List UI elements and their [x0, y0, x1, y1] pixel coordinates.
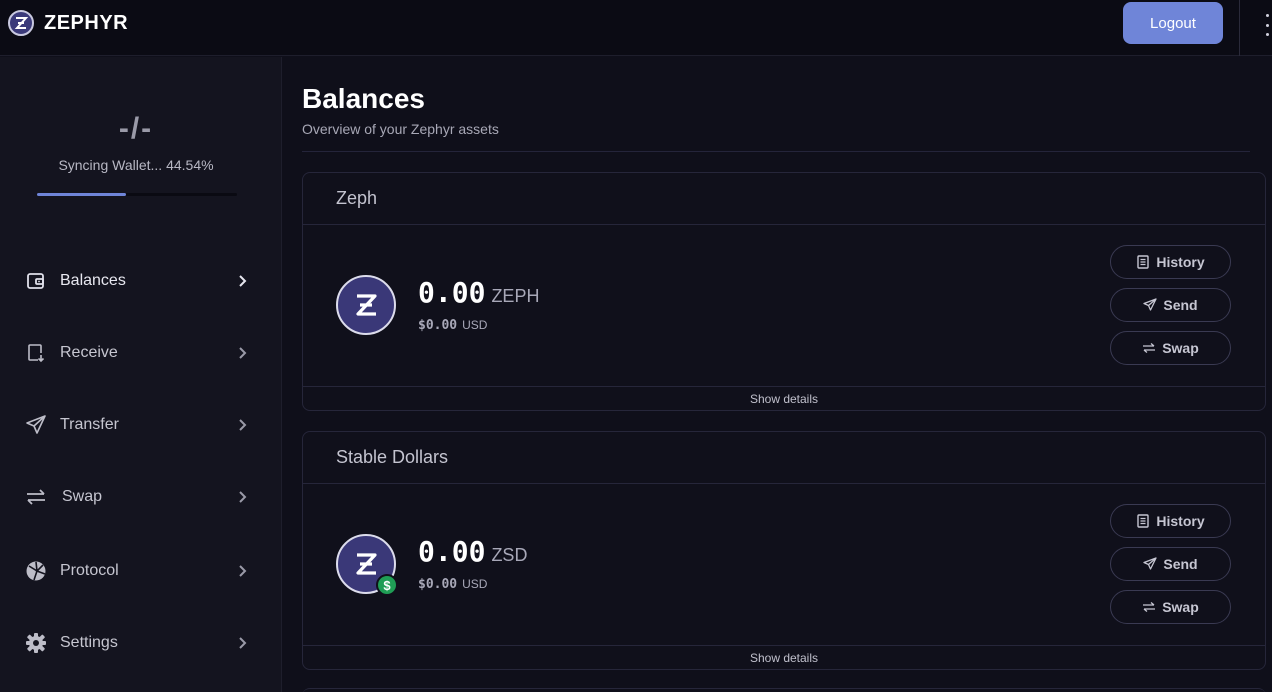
chevron-right-icon [236, 274, 250, 288]
button-label: History [1156, 254, 1205, 270]
card-footer-divider [303, 386, 1265, 387]
wallet-icon [24, 269, 48, 293]
send-button[interactable]: Send [1110, 547, 1231, 581]
logout-button[interactable]: Logout [1123, 2, 1223, 44]
sync-status-text: Syncing Wallet... 44.54% [58, 157, 214, 173]
fiat-amount: $0.00 USD [418, 318, 487, 333]
button-label: Send [1163, 297, 1198, 313]
balance-card-stable-dollars: Stable Dollars $ 0.00 ZSD $0.00 USD Hist… [302, 431, 1266, 670]
header-divider [302, 151, 1250, 152]
sidebar-item-label: Protocol [60, 562, 119, 579]
chevron-right-icon [236, 636, 250, 650]
sync-progress-fill [37, 193, 127, 196]
dollar-badge-icon: $ [376, 574, 398, 596]
fiat-unit: USD [462, 577, 488, 591]
fiat-value: $0.00 [418, 577, 458, 592]
brand[interactable]: ZEPHYR [8, 10, 128, 36]
sidebar-item-label: Transfer [60, 416, 119, 433]
brand-name: ZEPHYR [44, 11, 129, 34]
protocol-icon [24, 559, 48, 583]
amount-unit: ZEPH [491, 286, 540, 306]
chevron-right-icon [236, 346, 250, 360]
swap-icon [1142, 600, 1156, 614]
sync-value: -/- [118, 112, 154, 145]
card-divider [303, 224, 1265, 225]
amount-unit: ZSD [491, 545, 528, 565]
zsd-coin-icon: $ [336, 534, 398, 596]
receipt-icon [1136, 255, 1150, 269]
swap-button[interactable]: Swap [1110, 331, 1231, 365]
gear-icon [24, 631, 48, 655]
receipt-icon [1136, 514, 1150, 528]
sidebar-item-transfer[interactable]: Transfer [0, 400, 282, 450]
send-button[interactable]: Send [1110, 288, 1231, 322]
card-title: Stable Dollars [336, 447, 449, 467]
sidebar-item-balances[interactable]: Balances [0, 256, 282, 306]
balance-amount: 0.00 ZSD [418, 535, 527, 568]
receive-icon [24, 341, 48, 365]
zeph-coin-icon [336, 275, 396, 335]
sidebar-item-protocol[interactable]: Protocol [0, 546, 282, 596]
swap-button[interactable]: Swap [1110, 590, 1231, 624]
balance-amount: 0.00 ZEPH [418, 276, 539, 309]
history-button[interactable]: History [1110, 504, 1231, 538]
show-details-link[interactable]: Show details [303, 651, 1265, 665]
sync-progress-bar [37, 193, 237, 196]
fiat-unit: USD [462, 318, 488, 332]
fiat-value: $0.00 [418, 318, 458, 333]
swap-icon [24, 485, 48, 509]
fiat-amount: $0.00 USD [418, 577, 487, 592]
balance-card-partial [302, 688, 1266, 692]
button-label: Swap [1162, 340, 1199, 356]
main-content: Balances Overview of your Zephyr assets … [283, 57, 1272, 692]
chevron-right-icon [236, 564, 250, 578]
chevron-right-icon [236, 418, 250, 432]
card-footer-divider [303, 645, 1265, 646]
top-bar: ZEPHYR Logout [0, 0, 1272, 56]
card-divider [303, 483, 1265, 484]
send-icon [24, 413, 48, 437]
sidebar: -/- Syncing Wallet... 44.54% Balances Re… [0, 57, 282, 692]
sidebar-item-label: Settings [60, 634, 118, 651]
sidebar-item-label: Swap [62, 488, 103, 505]
sidebar-item-swap[interactable]: Swap [0, 472, 282, 522]
topbar-divider [1239, 0, 1240, 56]
amount-value: 0.00 [418, 535, 486, 568]
more-vertical-icon[interactable] [1262, 14, 1272, 36]
button-label: History [1156, 513, 1205, 529]
page-title: Balances [302, 83, 425, 114]
page-subtitle: Overview of your Zephyr assets [302, 121, 499, 137]
sidebar-item-label: Balances [60, 272, 126, 289]
sidebar-item-settings[interactable]: Settings [0, 618, 282, 668]
send-icon [1143, 557, 1158, 571]
card-title: Zeph [336, 188, 378, 208]
history-button[interactable]: History [1110, 245, 1231, 279]
sidebar-item-receive[interactable]: Receive [0, 328, 282, 378]
chevron-right-icon [236, 490, 250, 504]
amount-value: 0.00 [418, 276, 486, 309]
send-icon [1143, 298, 1158, 312]
show-details-link[interactable]: Show details [303, 392, 1265, 406]
zephyr-logo-icon [8, 10, 34, 36]
balance-card-zeph: Zeph 0.00 ZEPH $0.00 USD History Send Sw… [302, 172, 1266, 411]
button-label: Send [1163, 556, 1198, 572]
sidebar-item-label: Receive [60, 344, 118, 361]
button-label: Swap [1162, 599, 1199, 615]
swap-icon [1142, 341, 1156, 355]
